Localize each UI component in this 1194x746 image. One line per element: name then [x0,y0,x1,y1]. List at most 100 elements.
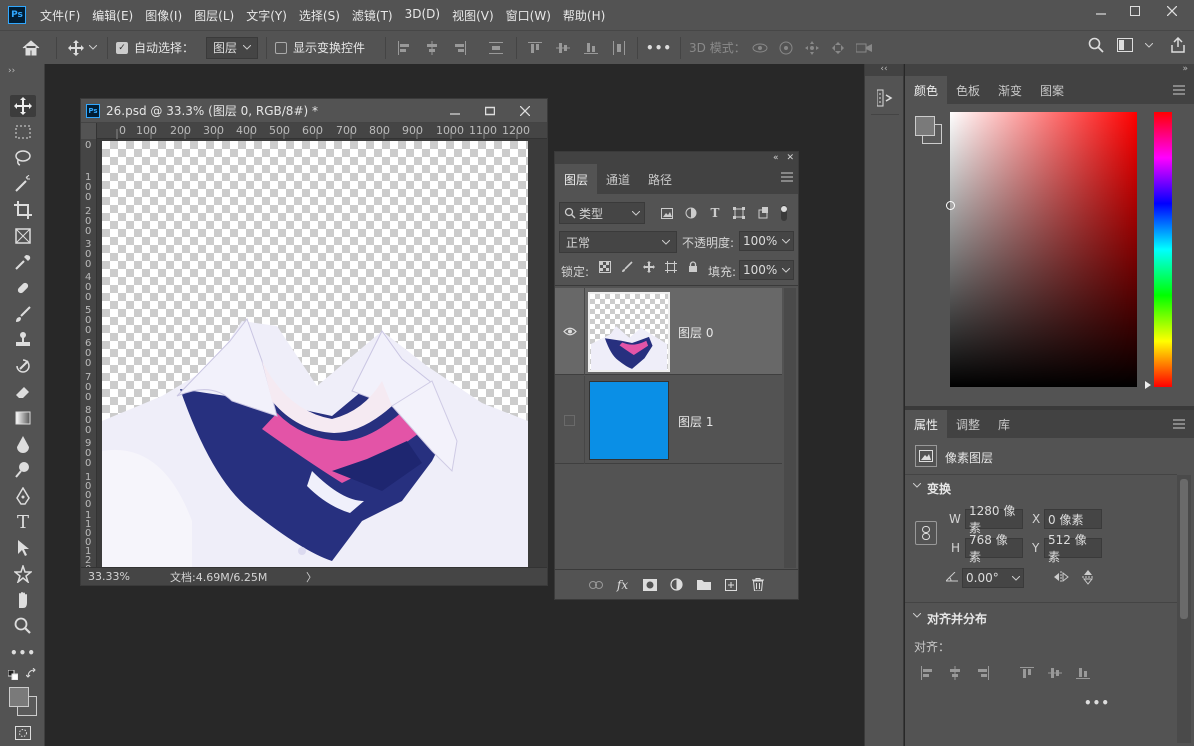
vertical-ruler[interactable]: 0 100 200 300 400 500 600 700 800 900 10… [81,139,97,567]
pixel-filter-icon[interactable] [659,207,675,219]
layer-row[interactable]: 图层 0 [555,288,782,375]
type-tool-icon[interactable]: T [10,511,36,533]
visibility-toggle[interactable] [555,376,585,464]
blur-tool-icon[interactable] [10,433,36,455]
crop-tool-icon[interactable] [10,199,36,221]
menu-filter[interactable]: 滤镜(T) [352,7,393,24]
smart-object-filter-icon[interactable] [755,207,771,219]
show-transform-checkbox[interactable] [275,41,288,54]
share-icon[interactable] [1168,37,1188,53]
tab-paths[interactable]: 路径 [639,164,681,194]
adjustment-icon[interactable] [668,578,685,591]
align-left-icon[interactable] [919,666,935,680]
foreground-color-swatch[interactable] [915,116,935,136]
canvas-area[interactable] [97,139,547,567]
menu-window[interactable]: 窗口(W) [506,7,551,24]
move-tool-icon[interactable] [10,95,36,117]
auto-select-checkbox[interactable]: ✓ [116,41,128,54]
align-right-icon[interactable] [450,40,470,55]
frame-tool-icon[interactable] [10,225,36,247]
layer-name[interactable]: 图层 1 [678,413,713,430]
chevron-down-icon[interactable] [913,483,921,489]
hand-tool-icon[interactable] [10,589,36,611]
height-input[interactable]: 768 像素 [965,533,1023,564]
tab-patterns[interactable]: 图案 [1031,76,1073,104]
lock-transparency-icon[interactable] [597,261,613,273]
menu-file[interactable]: 文件(F) [40,7,80,24]
gradient-tool-icon[interactable] [10,407,36,429]
more-tools-icon[interactable]: ••• [10,642,36,664]
more-align-options-button[interactable]: ••• [1084,696,1110,710]
tab-libraries[interactable]: 库 [989,410,1019,438]
fx-icon[interactable]: fx [614,578,631,592]
align-center-h-icon[interactable] [947,666,963,680]
eraser-tool-icon[interactable] [10,381,36,403]
collapse-toolbar-icon[interactable]: ›› [8,66,15,76]
eyedropper-icon[interactable] [10,251,36,273]
link-dimensions-button[interactable] [915,521,937,545]
trash-icon[interactable] [749,578,766,591]
ruler-origin[interactable] [81,123,97,139]
tab-swatches[interactable]: 色板 [947,76,989,104]
workspace-icon[interactable] [1116,38,1134,52]
3d-orbit-icon[interactable] [750,41,770,55]
default-colors-icon[interactable] [7,669,19,683]
marquee-tool-icon[interactable] [10,121,36,143]
distribute-icon[interactable] [484,41,508,55]
lock-artboard-icon[interactable] [663,261,679,273]
close-icon[interactable] [515,102,535,120]
menu-view[interactable]: 视图(V) [452,7,494,24]
align-section-title[interactable]: 对齐并分布 [927,610,987,627]
layers-panel-header[interactable]: « ✕ [555,152,798,164]
panel-menu-icon[interactable] [781,172,793,182]
search-icon[interactable] [1086,37,1106,53]
align-center-h-icon[interactable] [422,40,442,55]
panel-menu-icon[interactable] [1173,85,1185,95]
align-middle-v-icon[interactable] [553,41,573,55]
fill-input[interactable]: 100% [739,260,794,280]
layer-row[interactable]: 图层 1 [555,376,782,464]
swap-colors-icon[interactable] [25,667,38,683]
flip-vertical-icon[interactable] [1082,569,1094,585]
menu-layer[interactable]: 图层(L) [194,7,234,24]
menu-help[interactable]: 帮助(H) [563,7,605,24]
color-field[interactable] [950,112,1137,387]
hue-slider[interactable] [1154,112,1172,387]
angle-input[interactable]: 0.00° [962,568,1024,588]
tab-adjustments[interactable]: 调整 [947,410,989,438]
expand-panels-icon[interactable]: ‹‹ [865,64,903,76]
tab-color[interactable]: 颜色 [905,76,948,104]
3d-slide-icon[interactable] [828,41,848,55]
zoom-tool-icon[interactable] [10,615,36,637]
layer-name[interactable]: 图层 0 [678,324,713,341]
distribute-horizontal-icon[interactable] [609,40,629,55]
history-panel-icon[interactable] [873,86,897,110]
quick-mask-icon[interactable] [15,726,31,743]
zoom-level[interactable]: 33.33% [88,570,132,583]
minimize-icon[interactable] [445,102,465,120]
lock-all-icon[interactable] [685,261,701,273]
link-icon[interactable] [587,580,604,589]
align-top-icon[interactable] [525,41,545,55]
foreground-color-swatch[interactable] [9,687,29,707]
tab-channels[interactable]: 通道 [597,164,639,194]
healing-brush-icon[interactable] [10,277,36,299]
canvas-image[interactable] [102,141,528,567]
filter-toggle-icon[interactable] [779,204,789,222]
chevron-down-icon[interactable] [913,613,921,619]
adjustment-filter-icon[interactable] [683,207,699,219]
magic-wand-icon[interactable] [10,173,36,195]
3d-camera-icon[interactable] [854,42,874,54]
mask-icon[interactable] [641,578,658,591]
history-brush-icon[interactable] [10,355,36,377]
pen-tool-icon[interactable] [10,485,36,507]
menu-3d[interactable]: 3D(D) [405,7,440,24]
transform-section-title[interactable]: 变换 [927,480,951,497]
collapse-icon[interactable]: « [773,153,779,163]
chevron-down-icon[interactable] [1144,42,1154,48]
lasso-tool-icon[interactable] [10,147,36,169]
dodge-tool-icon[interactable] [10,459,36,481]
shape-filter-icon[interactable] [731,207,747,219]
properties-scrollbar[interactable] [1177,475,1191,743]
menu-image[interactable]: 图像(I) [145,7,182,24]
